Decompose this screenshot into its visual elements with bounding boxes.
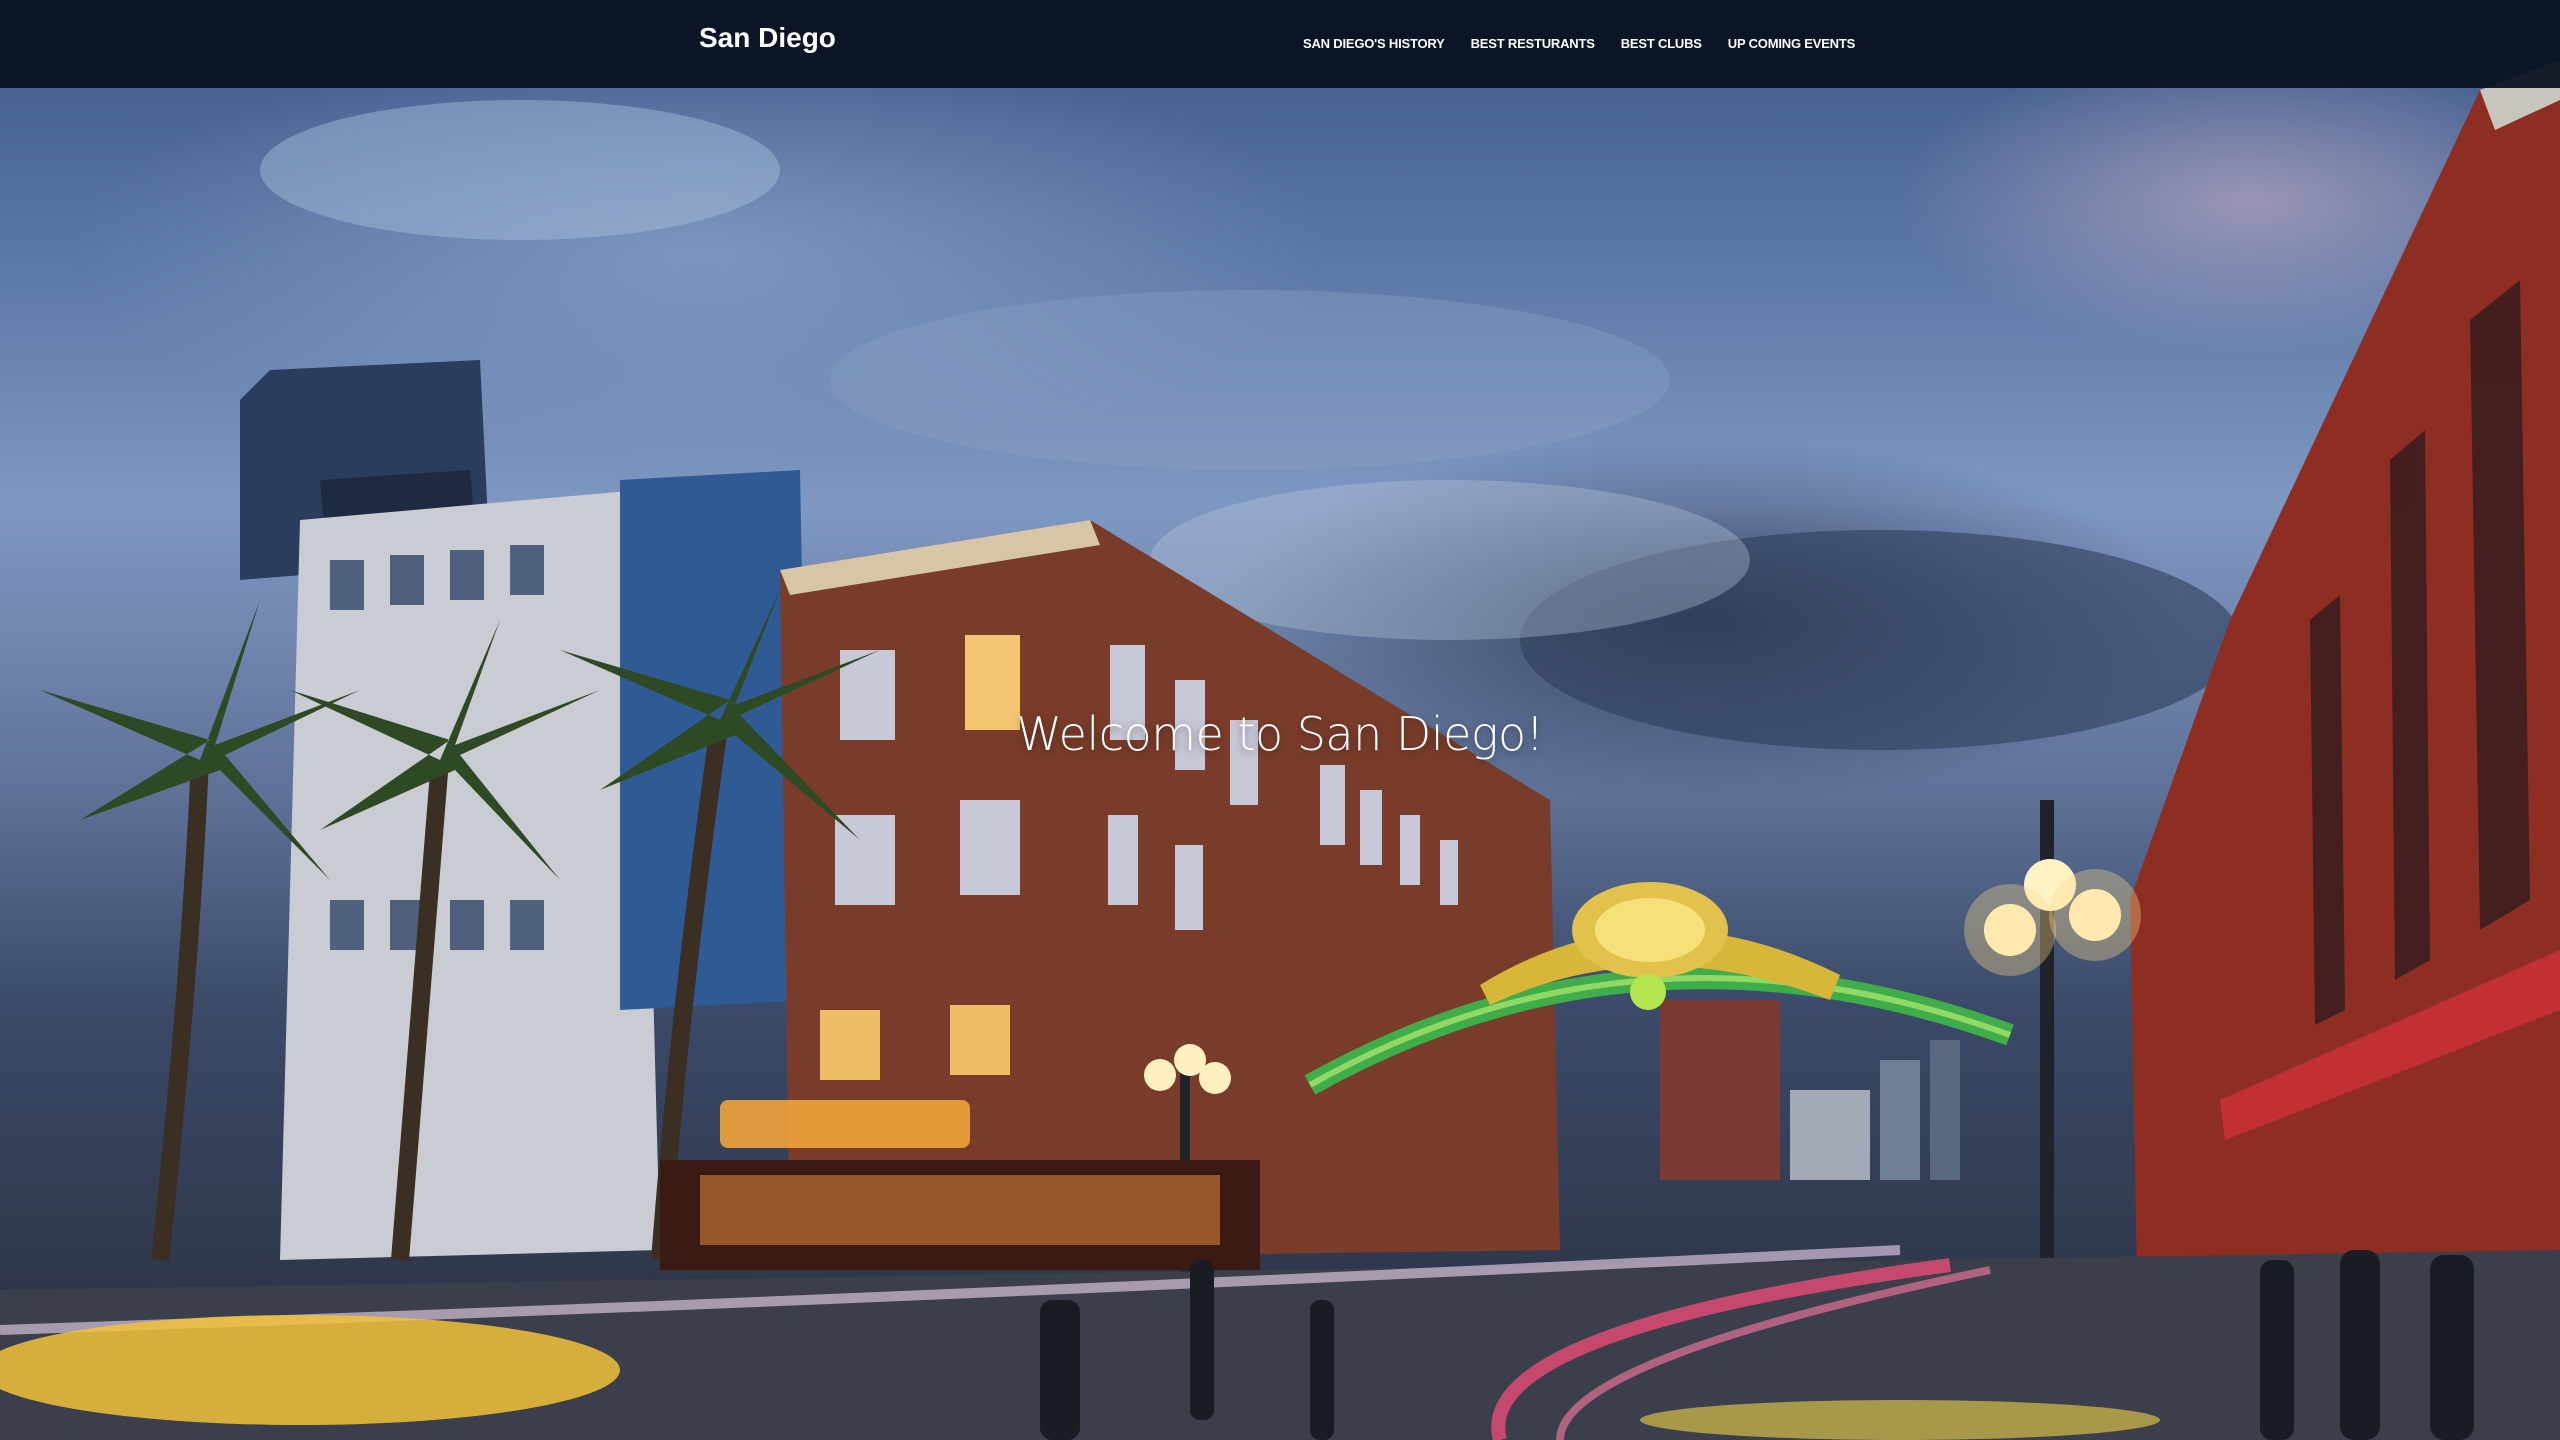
nav-link-clubs[interactable]: BEST CLUBS xyxy=(1621,36,1702,51)
nav-link-restaurants[interactable]: BEST RESTURANTS xyxy=(1471,36,1595,51)
page: San Diego SAN DIEGO'S HISTORY BEST RESTU… xyxy=(0,0,2560,1440)
top-navbar: San Diego SAN DIEGO'S HISTORY BEST RESTU… xyxy=(0,0,2560,88)
hero-headline: Welcome to San Diego! xyxy=(1016,706,1544,761)
nav-link-history[interactable]: SAN DIEGO'S HISTORY xyxy=(1303,36,1445,51)
nav-link-events[interactable]: UP COMING EVENTS xyxy=(1728,36,1856,51)
nav-menu: SAN DIEGO'S HISTORY BEST RESTURANTS BEST… xyxy=(1303,36,1855,51)
site-brand[interactable]: San Diego xyxy=(699,22,836,54)
